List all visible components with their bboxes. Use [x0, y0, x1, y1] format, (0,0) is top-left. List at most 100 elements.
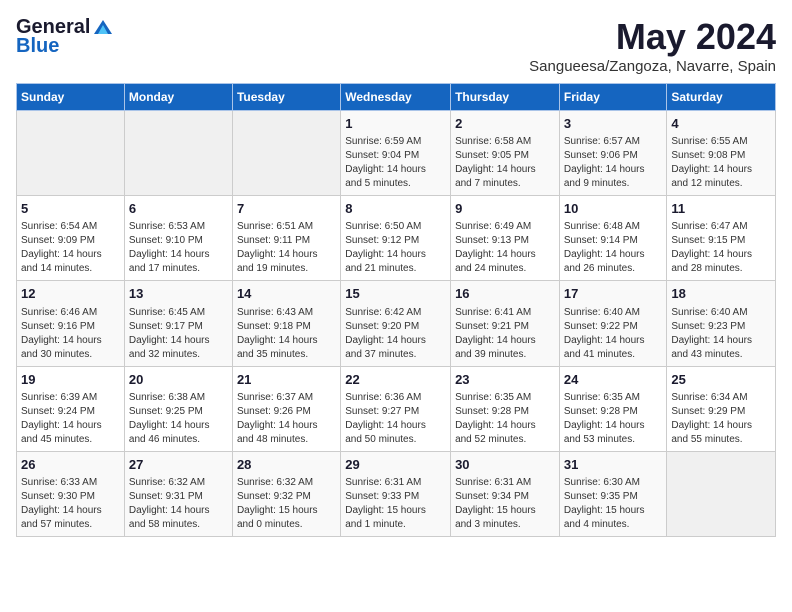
day-info: Sunrise: 6:40 AM Sunset: 9:23 PM Dayligh…	[671, 306, 771, 362]
calendar-week-row: 1 Sunrise: 6:59 AM Sunset: 9:04 PM Daylig…	[17, 111, 776, 196]
calendar-cell	[667, 451, 776, 536]
calendar-week-row: 12 Sunrise: 6:46 AM Sunset: 9:16 PM Dayli…	[17, 281, 776, 366]
day-info: Sunrise: 6:53 AM Sunset: 9:10 PM Dayligh…	[129, 220, 228, 276]
day-number: 5	[21, 200, 120, 218]
calendar-cell: 7 Sunrise: 6:51 AM Sunset: 9:11 PM Daylig…	[232, 196, 340, 281]
day-info: Sunrise: 6:45 AM Sunset: 9:17 PM Dayligh…	[129, 306, 228, 362]
location-title: Sangueesa/Zangoza, Navarre, Spain	[529, 58, 776, 75]
day-number: 12	[21, 285, 120, 303]
calendar-cell: 29 Sunrise: 6:31 AM Sunset: 9:33 PM Dayli…	[341, 451, 451, 536]
day-number: 29	[345, 456, 446, 474]
day-number: 15	[345, 285, 446, 303]
day-number: 24	[564, 371, 663, 389]
day-number: 10	[564, 200, 663, 218]
calendar-cell: 19Sunrise: 6:39 AM Sunset: 9:24 PM Dayli…	[17, 366, 125, 451]
calendar-cell: 23 Sunrise: 6:35 AM Sunset: 9:28 PM Dayli…	[451, 366, 560, 451]
day-number: 16	[455, 285, 555, 303]
weekday-header-monday: Monday	[124, 84, 232, 111]
day-info: Sunrise: 6:35 AM Sunset: 9:28 PM Dayligh…	[455, 391, 555, 447]
calendar-cell: 17 Sunrise: 6:40 AM Sunset: 9:22 PM Dayli…	[559, 281, 667, 366]
day-number: 21	[237, 371, 336, 389]
day-info: Sunrise: 6:34 AM Sunset: 9:29 PM Dayligh…	[671, 391, 771, 447]
calendar-cell	[232, 111, 340, 196]
month-title: May 2024	[529, 16, 776, 58]
calendar-week-row: 5 Sunrise: 6:54 AM Sunset: 9:09 PM Daylig…	[17, 196, 776, 281]
day-info: Sunrise: 6:41 AM Sunset: 9:21 PM Dayligh…	[455, 306, 555, 362]
calendar-cell: 25 Sunrise: 6:34 AM Sunset: 9:29 PM Dayli…	[667, 366, 776, 451]
day-info: Sunrise: 6:47 AM Sunset: 9:15 PM Dayligh…	[671, 220, 771, 276]
calendar-cell: 20Sunrise: 6:38 AM Sunset: 9:25 PM Dayli…	[124, 366, 232, 451]
day-number: 27	[129, 456, 228, 474]
day-number: 1	[345, 115, 446, 133]
day-info: Sunrise: 6:42 AM Sunset: 9:20 PM Dayligh…	[345, 306, 446, 362]
calendar-cell: 10 Sunrise: 6:48 AM Sunset: 9:14 PM Dayli…	[559, 196, 667, 281]
calendar-cell: 16 Sunrise: 6:41 AM Sunset: 9:21 PM Dayli…	[451, 281, 560, 366]
calendar-week-row: 19Sunrise: 6:39 AM Sunset: 9:24 PM Dayli…	[17, 366, 776, 451]
calendar-cell: 9 Sunrise: 6:49 AM Sunset: 9:13 PM Daylig…	[451, 196, 560, 281]
calendar-cell: 2Sunrise: 6:58 AM Sunset: 9:05 PM Daylig…	[451, 111, 560, 196]
day-number: 19	[21, 371, 120, 389]
day-number: 23	[455, 371, 555, 389]
day-number: 9	[455, 200, 555, 218]
calendar-cell	[124, 111, 232, 196]
day-number: 14	[237, 285, 336, 303]
day-number: 26	[21, 456, 120, 474]
day-number: 31	[564, 456, 663, 474]
title-block: May 2024 Sangueesa/Zangoza, Navarre, Spa…	[529, 16, 776, 75]
calendar-cell: 11 Sunrise: 6:47 AM Sunset: 9:15 PM Dayli…	[667, 196, 776, 281]
day-info: Sunrise: 6:31 AM Sunset: 9:34 PM Dayligh…	[455, 476, 555, 532]
calendar-cell: 21 Sunrise: 6:37 AM Sunset: 9:26 PM Dayli…	[232, 366, 340, 451]
calendar-cell: 26 Sunrise: 6:33 AM Sunset: 9:30 PM Dayli…	[17, 451, 125, 536]
calendar-cell: 4Sunrise: 6:55 AM Sunset: 9:08 PM Daylig…	[667, 111, 776, 196]
calendar-cell: 13 Sunrise: 6:45 AM Sunset: 9:17 PM Dayli…	[124, 281, 232, 366]
day-number: 30	[455, 456, 555, 474]
day-info: Sunrise: 6:33 AM Sunset: 9:30 PM Dayligh…	[21, 476, 120, 532]
day-number: 11	[671, 200, 771, 218]
day-info: Sunrise: 6:43 AM Sunset: 9:18 PM Dayligh…	[237, 306, 336, 362]
calendar-cell: 14 Sunrise: 6:43 AM Sunset: 9:18 PM Dayli…	[232, 281, 340, 366]
day-number: 18	[671, 285, 771, 303]
day-info: Sunrise: 6:59 AM Sunset: 9:04 PM Dayligh…	[345, 135, 446, 191]
calendar-cell: 27 Sunrise: 6:32 AM Sunset: 9:31 PM Dayli…	[124, 451, 232, 536]
calendar-cell: 8 Sunrise: 6:50 AM Sunset: 9:12 PM Daylig…	[341, 196, 451, 281]
calendar-table: SundayMondayTuesdayWednesdayThursdayFrid…	[16, 83, 776, 537]
day-number: 13	[129, 285, 228, 303]
day-number: 22	[345, 371, 446, 389]
logo-blue-text: Blue	[16, 35, 59, 58]
calendar-week-row: 26 Sunrise: 6:33 AM Sunset: 9:30 PM Dayli…	[17, 451, 776, 536]
day-info: Sunrise: 6:32 AM Sunset: 9:31 PM Dayligh…	[129, 476, 228, 532]
day-number: 2	[455, 115, 555, 133]
weekday-header-saturday: Saturday	[667, 84, 776, 111]
day-number: 7	[237, 200, 336, 218]
weekday-header-row: SundayMondayTuesdayWednesdayThursdayFrid…	[17, 84, 776, 111]
day-info: Sunrise: 6:48 AM Sunset: 9:14 PM Dayligh…	[564, 220, 663, 276]
day-info: Sunrise: 6:51 AM Sunset: 9:11 PM Dayligh…	[237, 220, 336, 276]
calendar-cell: 18 Sunrise: 6:40 AM Sunset: 9:23 PM Dayli…	[667, 281, 776, 366]
day-info: Sunrise: 6:49 AM Sunset: 9:13 PM Dayligh…	[455, 220, 555, 276]
calendar-cell: 12 Sunrise: 6:46 AM Sunset: 9:16 PM Dayli…	[17, 281, 125, 366]
day-info: Sunrise: 6:57 AM Sunset: 9:06 PM Dayligh…	[564, 135, 663, 191]
day-info: Sunrise: 6:46 AM Sunset: 9:16 PM Dayligh…	[21, 306, 120, 362]
calendar-cell: 30 Sunrise: 6:31 AM Sunset: 9:34 PM Dayli…	[451, 451, 560, 536]
day-info: Sunrise: 6:35 AM Sunset: 9:28 PM Dayligh…	[564, 391, 663, 447]
logo: General Blue	[16, 16, 114, 58]
calendar-cell: 1 Sunrise: 6:59 AM Sunset: 9:04 PM Daylig…	[341, 111, 451, 196]
calendar-cell: 15 Sunrise: 6:42 AM Sunset: 9:20 PM Dayli…	[341, 281, 451, 366]
logo-icon	[92, 16, 114, 38]
day-number: 20	[129, 371, 228, 389]
day-info: Sunrise: 6:54 AM Sunset: 9:09 PM Dayligh…	[21, 220, 120, 276]
calendar-cell: 31Sunrise: 6:30 AM Sunset: 9:35 PM Dayli…	[559, 451, 667, 536]
calendar-cell: 6 Sunrise: 6:53 AM Sunset: 9:10 PM Daylig…	[124, 196, 232, 281]
day-number: 25	[671, 371, 771, 389]
day-number: 4	[671, 115, 771, 133]
day-number: 17	[564, 285, 663, 303]
day-number: 8	[345, 200, 446, 218]
calendar-cell: 24 Sunrise: 6:35 AM Sunset: 9:28 PM Dayli…	[559, 366, 667, 451]
day-number: 6	[129, 200, 228, 218]
day-info: Sunrise: 6:31 AM Sunset: 9:33 PM Dayligh…	[345, 476, 446, 532]
weekday-header-friday: Friday	[559, 84, 667, 111]
weekday-header-wednesday: Wednesday	[341, 84, 451, 111]
day-info: Sunrise: 6:37 AM Sunset: 9:26 PM Dayligh…	[237, 391, 336, 447]
day-info: Sunrise: 6:40 AM Sunset: 9:22 PM Dayligh…	[564, 306, 663, 362]
day-info: Sunrise: 6:50 AM Sunset: 9:12 PM Dayligh…	[345, 220, 446, 276]
